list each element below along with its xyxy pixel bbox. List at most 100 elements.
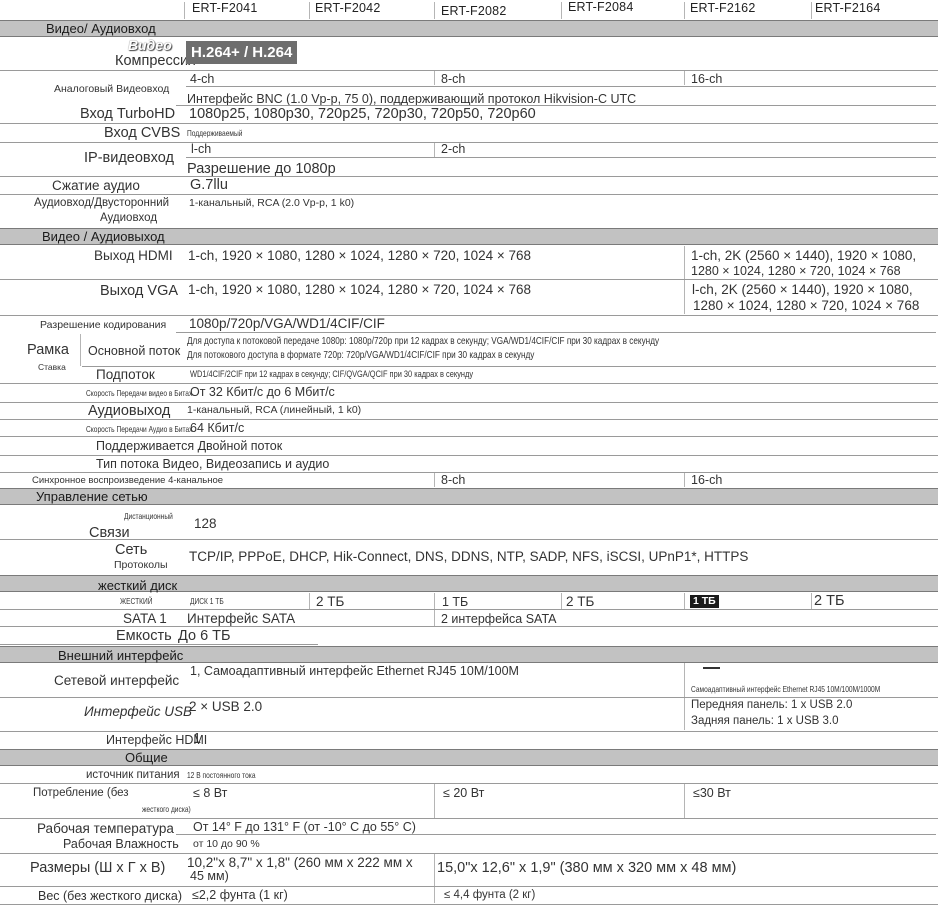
video-bitrate-value: От 32 Кбит/с до 6 Мбит/с xyxy=(190,385,335,399)
humidity-value: от 10 до 90 % xyxy=(193,838,260,850)
weight-label: Вес (без жесткого диска) xyxy=(38,889,183,903)
model-name: ERT-F2042 xyxy=(315,1,381,15)
hdd-capacity: 1 ТБ xyxy=(442,595,469,609)
protocols-label: Протоколы xyxy=(114,559,168,571)
audio-input-label: Аудиовход/Двусторонний xyxy=(34,197,170,209)
power-source-value: 12 В постоянного тока xyxy=(187,770,256,780)
cvbs-label: Вход CVBS xyxy=(104,125,181,141)
protocols-value: TCP/IP, PPPoE, DHCP, Hik-Connect, DNS, D… xyxy=(189,549,749,564)
hdmi-out-value: 1-ch, 2K (2560 × 1440), 1920 × 1080, xyxy=(691,248,917,263)
consumption-value: ≤30 Вт xyxy=(693,786,731,800)
model-name: ERT-F2082 xyxy=(441,4,507,18)
hdd-small-value: ДИСК 1 ТБ xyxy=(190,596,224,606)
audio-bitrate-label: Скорость Передачи Аудио в Битах xyxy=(86,424,193,434)
temperature-value: От 14° F до 131° F (от -10° C до 55° C) xyxy=(193,820,416,834)
analog-value: 8-ch xyxy=(441,72,466,86)
vga-out-value: l-ch, 2K (2560 × 1440), 1920 × 1080, xyxy=(692,282,913,297)
capacity-label: Емкость xyxy=(116,628,172,644)
compression-badge: H.264+ / H.264 xyxy=(186,41,298,64)
usb-label: Интерфейс USB xyxy=(84,704,193,719)
analog-value: 16-ch xyxy=(691,72,723,86)
audio-input-value: 1-канальный, RCA (2.0 Vp-p, 1 k0) xyxy=(189,197,355,209)
sub-stream-label: Подпоток xyxy=(96,367,155,382)
model-name: ERT-F2084 xyxy=(568,0,634,14)
sata-value: Интерфейс SATA xyxy=(187,611,296,626)
section-title: Внешний интерфейс xyxy=(58,648,184,663)
network-interface-value: 1, Самоадаптивный интерфейс Ethernet RJ4… xyxy=(190,664,519,678)
section-title: Общие xyxy=(125,750,168,765)
scan-artifact xyxy=(703,667,720,669)
model-name: ERT-F2164 xyxy=(815,1,881,15)
hdd-capacity: 2 ТБ xyxy=(316,594,345,609)
main-stream-value: Для доступа к потоковой передаче 1080p: … xyxy=(187,335,660,347)
dimensions-value: 15,0"x 12,6" x 1,9" (380 мм x 320 мм x 4… xyxy=(437,860,737,876)
section-title: Управление сетью xyxy=(36,489,148,504)
consumption-sublabel: жесткого диска) xyxy=(142,804,191,814)
cvbs-value: Поддерживаемый xyxy=(187,128,243,138)
section-header: Общие xyxy=(0,749,938,766)
hdmi-out-value: 1-ch, 1920 × 1080, 1280 × 1024, 1280 × 7… xyxy=(188,248,532,263)
encoding-resolution-value: 1080p/720p/VGA/WD1/4CIF/CIF xyxy=(189,316,385,331)
main-stream-value: Для потокового доступа в формате 720p: 7… xyxy=(187,349,535,361)
vga-out-label: Выход VGA xyxy=(100,283,179,299)
audio-out-label: Аудиовыход xyxy=(88,403,171,419)
sub-stream-value: WD1/4CIF/2CIF при 12 кадрах в секунду; C… xyxy=(190,369,474,380)
network-interface-value: Самоадаптивный интерфейс Ethernet RJ45 1… xyxy=(691,684,881,694)
section-header: Внешний интерфейс xyxy=(0,646,938,663)
temperature-label: Рабочая температура xyxy=(37,821,174,836)
ip-input-label: IP-видеовход xyxy=(84,150,174,166)
humidity-label: Рабочая Влажность xyxy=(63,837,179,851)
section-header: Видео/ Аудиовход xyxy=(0,20,938,37)
hdmi-out-value: 1280 × 1024, 1280 × 720, 1024 × 768 xyxy=(691,264,901,278)
compression-label: Компрессия xyxy=(115,53,196,69)
section-header: жесткий диск xyxy=(0,575,938,593)
ip-resolution: Разрешение до 1080p xyxy=(187,161,336,177)
audio-bitrate-value: 64 Кбит/с xyxy=(190,421,245,435)
hdd-capacity: 2 ТБ xyxy=(814,593,845,609)
section-header: Управление сетью xyxy=(0,488,938,505)
network-interface-label: Сетевой интерфейс xyxy=(54,673,180,688)
audio-input-label-2: Аудиовход xyxy=(100,212,158,224)
network-label: Сеть xyxy=(115,542,148,558)
encoding-resolution-label: Разрешение кодирования xyxy=(40,319,167,331)
spec-sheet: ERT-F2041 ERT-F2042 ERT-F2082 ERT-F2084 … xyxy=(0,0,938,907)
analog-value: 4-ch xyxy=(190,72,215,86)
analog-input-label: Аналоговый Видеовход xyxy=(54,83,170,95)
model-header: ERT-F2041 ERT-F2042 ERT-F2082 ERT-F2084 … xyxy=(0,0,938,20)
turbohd-label: Вход TurboHD xyxy=(80,106,176,122)
weight-value: ≤ 4,4 фунта (2 кг) xyxy=(444,889,536,901)
sata-value: 2 интерфейса SATA xyxy=(441,612,557,626)
usb-value: Передняя панель: 1 x USB 2.0 xyxy=(691,699,853,711)
audio-compression-label: Сжатие аудио xyxy=(52,178,140,193)
compression-overlay: Видео xyxy=(128,37,172,53)
sync-playback-value: 16-ch xyxy=(691,473,723,487)
video-bitrate-label: Скорость Передачи видео в Битах xyxy=(86,388,193,398)
vga-out-value: 1280 × 1024, 1280 × 720, 1024 × 768 xyxy=(693,298,920,313)
dual-stream: Поддерживается Двойной поток xyxy=(96,439,283,453)
usb-value: Задняя панель: 1 x USB 3.0 xyxy=(691,715,839,727)
sync-playback-label: Синхронное воспроизведение 4-канальное xyxy=(32,475,224,486)
remote-connections-label: Дистанционный xyxy=(124,511,173,521)
ip-channels: 2-ch xyxy=(441,142,466,156)
dimensions-value: 45 мм) xyxy=(190,869,229,883)
consumption-label: Потребление (без xyxy=(33,787,129,799)
capacity-value: До 6 ТБ xyxy=(178,628,231,644)
model-name: ERT-F2162 xyxy=(690,1,756,15)
turbohd-value: 1080p25, 1080p30, 720p25, 720p30, 720p50… xyxy=(189,106,536,122)
hdd-capacity: 1 ТБ xyxy=(690,595,719,608)
weight-value: ≤2,2 фунта (1 кг) xyxy=(192,888,288,902)
frame-rate-sublabel: Ставка xyxy=(38,362,66,372)
section-title: Видео / Аудиовыход xyxy=(42,229,165,244)
main-stream-label: Основной поток xyxy=(88,344,181,358)
consumption-value: ≤ 8 Вт xyxy=(193,786,228,800)
hdmi-interface-value: 1 xyxy=(193,731,202,747)
frame-rate-label: Рамка xyxy=(27,342,69,358)
dimensions-label: Размеры (Ш x Г x В) xyxy=(30,860,166,876)
consumption-value: ≤ 20 Вт xyxy=(443,786,485,800)
sata-label: SATA 1 xyxy=(123,611,167,626)
sync-playback-value: 8-ch xyxy=(441,473,466,487)
usb-value: 2 × USB 2.0 xyxy=(189,699,263,714)
section-header: Видео / Аудиовыход xyxy=(0,228,938,245)
audio-out-value: 1-канальный, RCA (линейный, 1 k0) xyxy=(187,404,362,416)
hdmi-out-label: Выход HDMI xyxy=(94,248,173,263)
